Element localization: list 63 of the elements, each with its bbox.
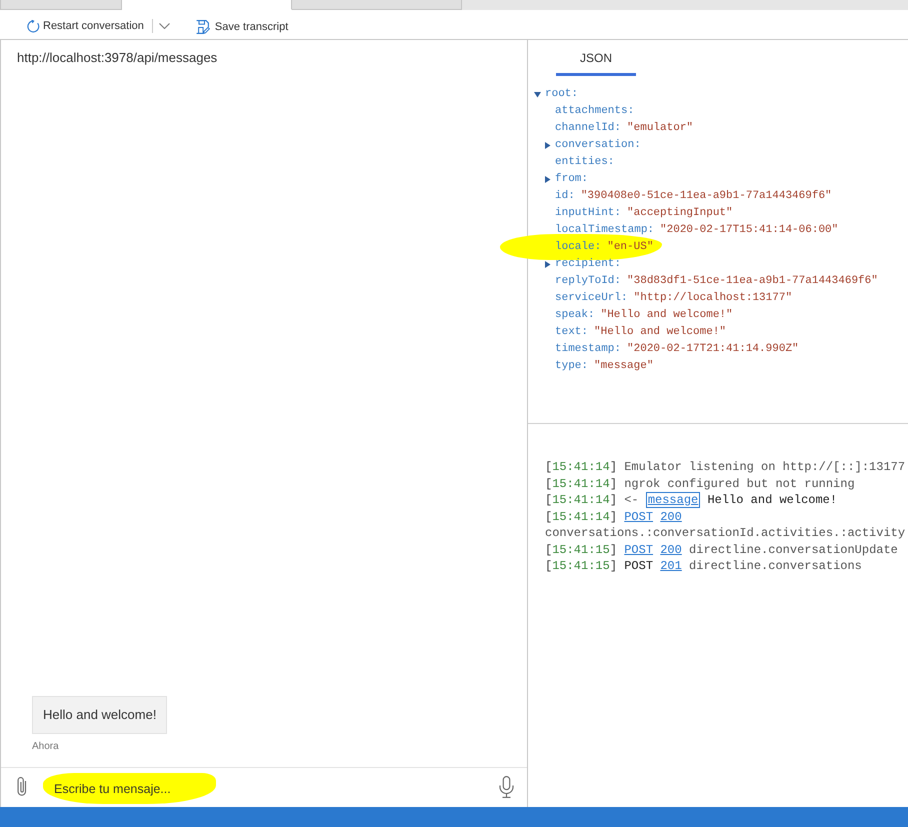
json-value: "2020-02-17T21:41:14.990Z" (627, 342, 799, 357)
microphone-icon[interactable] (499, 776, 514, 798)
json-key: serviceUrl: (555, 290, 628, 307)
json-value: "390408e0-51ce-11ea-a9b1-77a1443469f6" (580, 189, 832, 204)
log-link[interactable]: 200 (660, 542, 682, 556)
log-link[interactable]: POST (624, 542, 654, 556)
json-key: localTimestamp: (555, 222, 654, 239)
save-button[interactable]: Save transcript (194, 18, 290, 36)
json-value: "acceptingInput" (627, 206, 733, 221)
log-timestamp: [15:41:14] (545, 510, 618, 524)
caret-icon[interactable] (544, 142, 551, 149)
chevron-down-icon[interactable] (158, 23, 170, 29)
paperclip-icon[interactable] (15, 776, 29, 798)
log-timestamp: [15:41:15] (545, 559, 618, 573)
log-link[interactable]: POST (624, 510, 654, 524)
log-timestamp: [15:41:14] (545, 476, 618, 490)
inspect-link[interactable]: message (646, 492, 700, 508)
json-value: "http://localhost:13177" (634, 291, 792, 306)
json-value: "Hello and welcome!" (600, 308, 733, 323)
caret-icon[interactable] (534, 91, 541, 98)
log-text: conversations.:conversationId.activities.:activity (545, 526, 906, 540)
message-bubble: Hello and welcome! (32, 696, 168, 734)
log-timestamp: [15:41:14] (545, 493, 618, 507)
json-key: text: (555, 324, 588, 341)
json-key: from: (555, 171, 588, 188)
endpoint-url: http://localhost:3978/api/messages (16, 49, 218, 66)
json-value: "38d83df1-51ce-11ea-a9b1-77a1443469f6" (627, 274, 878, 289)
json-key: attachments: (555, 103, 634, 120)
json-key: channelId: (555, 120, 622, 137)
json-key: speak: (555, 307, 595, 324)
json-key: locale: (555, 239, 602, 256)
log-text: Emulator listening on http://[::]:13177 (624, 460, 906, 474)
log-text: <- (624, 493, 639, 507)
save-icon (196, 20, 210, 34)
log-text: Hello and welcome! (707, 493, 838, 507)
log-link[interactable]: 200 (660, 510, 682, 524)
message-timestamp: Ahora (32, 741, 59, 753)
json-key: entities: (555, 154, 614, 171)
log-text: ngrok configured but not running (624, 476, 855, 490)
json-key: inputHint: (555, 205, 622, 222)
log-text: POST (624, 559, 654, 573)
log-timestamp: [15:41:15] (545, 542, 618, 556)
json-key: replyToId: (555, 273, 622, 290)
log-link[interactable]: 201 (660, 559, 682, 573)
message-input[interactable]: Escribe tu mensaje... (43, 773, 216, 804)
restart-button[interactable]: Restart conversation (26, 18, 145, 34)
json-value: "emulator" (627, 121, 694, 136)
refresh-icon (27, 20, 40, 32)
json-value: "Hello and welcome!" (594, 325, 726, 340)
log-timestamp: [15:41:14] (545, 460, 618, 474)
json-key: id: (555, 188, 575, 205)
log-text: directline.conversationUpdate (689, 542, 898, 556)
json-value: "2020-02-17T15:41:14-06:00" (660, 223, 838, 238)
inspector-tab[interactable]: JSON (556, 40, 636, 76)
json-key: timestamp: (555, 341, 622, 358)
json-key: recipient: (555, 256, 622, 273)
caret-icon[interactable] (544, 176, 551, 183)
json-key: root: (545, 86, 578, 103)
json-key: type: (555, 358, 588, 375)
json-key: conversation: (555, 137, 641, 154)
log-text: directline.conversations (689, 559, 862, 573)
json-value: "en-US" (607, 240, 654, 255)
json-value: "message" (594, 359, 654, 374)
